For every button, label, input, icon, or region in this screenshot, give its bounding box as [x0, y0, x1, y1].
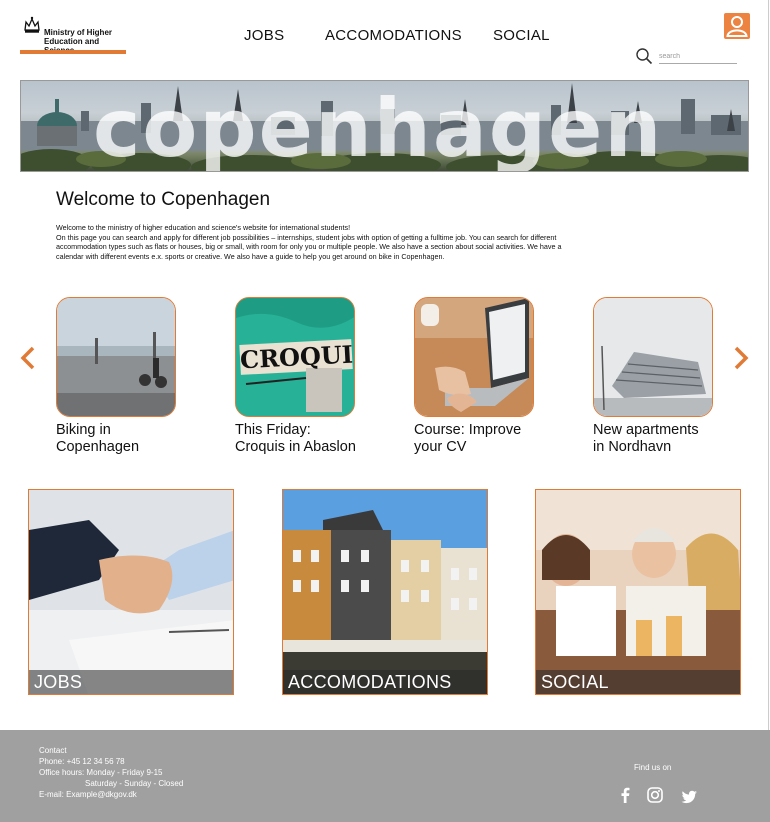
- nav-accomodations[interactable]: ACCOMODATIONS: [325, 27, 462, 44]
- card-image-biking: [56, 297, 176, 417]
- contact-phone: Phone: +45 12 34 56 78: [39, 757, 125, 766]
- card-caption: This Friday: Croquis in Abaslon: [235, 422, 375, 456]
- facebook-icon[interactable]: [616, 786, 634, 804]
- carousel-card-course[interactable]: Course: Improve your CV: [414, 297, 544, 456]
- search-input[interactable]: [659, 50, 737, 64]
- contact-hours-weekdays: Office hours: Monday - Friday 9-15: [39, 768, 163, 777]
- card-image-croquis: CROQUIS: [235, 297, 355, 417]
- welcome-title: Welcome to Copenhagen: [56, 189, 271, 210]
- carousel-prev-chevron-icon[interactable]: [20, 346, 36, 370]
- footer-contact: Contact Phone: +45 12 34 56 78 Office ho…: [39, 745, 183, 800]
- hero-title: copenhagen: [93, 82, 664, 172]
- nav-social[interactable]: SOCIAL: [493, 27, 550, 44]
- carousel-card-apartments[interactable]: New apartments in Nordhavn: [593, 297, 723, 456]
- contact-hours-weekend: Saturday - Sunday - Closed: [85, 779, 184, 788]
- tile-social[interactable]: SOCIAL: [535, 489, 741, 695]
- carousel-next-chevron-icon[interactable]: [733, 346, 749, 370]
- card-image-apartments: [593, 297, 713, 417]
- card-caption-line2: Croquis in Abaslon: [235, 439, 356, 455]
- tile-accomodations[interactable]: ACCOMODATIONS: [282, 489, 488, 695]
- find-us-label: Find us on: [634, 763, 672, 772]
- instagram-icon[interactable]: [646, 786, 664, 804]
- carousel-card-biking[interactable]: Biking in Copenhagen: [56, 297, 186, 456]
- twitter-icon[interactable]: [680, 788, 698, 806]
- card-caption-line1: This Friday:: [235, 422, 311, 438]
- card-caption-line1: Course: Improve: [414, 422, 522, 438]
- card-caption-line1: New apartments: [593, 422, 699, 438]
- tile-label: JOBS: [34, 672, 83, 692]
- tile-image-friends-cafe: [536, 490, 740, 694]
- search-icon[interactable]: [635, 47, 653, 65]
- page-right-border: [768, 0, 769, 730]
- welcome-text-line1: Welcome to the ministry of higher educat…: [56, 223, 351, 232]
- welcome-text: Welcome to the ministry of higher educat…: [56, 223, 586, 261]
- tile-jobs[interactable]: JOBS: [28, 489, 234, 695]
- hero-banner: copenhagen: [20, 80, 749, 172]
- main-nav: JOBS ACCOMODATIONS SOCIAL: [0, 27, 770, 47]
- tile-label: SOCIAL: [541, 672, 609, 692]
- card-caption: New apartments in Nordhavn: [593, 422, 733, 456]
- user-account-button[interactable]: [724, 13, 750, 39]
- tile-image-handshake: [29, 490, 233, 694]
- nav-jobs[interactable]: JOBS: [244, 27, 284, 44]
- welcome-text-line2: On this page you can search and apply fo…: [56, 232, 562, 261]
- carousel-card-croquis[interactable]: CROQUIS This Friday: Croquis in Abaslon: [235, 297, 365, 456]
- user-icon: [726, 16, 748, 37]
- footer: Contact Phone: +45 12 34 56 78 Office ho…: [0, 730, 770, 822]
- card-image-course: [414, 297, 534, 417]
- card-caption-line2: your CV: [414, 439, 467, 455]
- contact-email: E-mail: Example@dkgov.dk: [39, 790, 137, 799]
- card-caption: Course: Improve your CV: [414, 422, 554, 456]
- contact-title: Contact: [39, 746, 67, 755]
- croquis-art-text: CROQUIS: [239, 338, 355, 375]
- card-caption-line2: in Nordhavn: [593, 439, 672, 455]
- tile-label: ACCOMODATIONS: [288, 672, 452, 692]
- card-caption-line2: Copenhagen: [56, 439, 140, 455]
- logo-underline: [20, 50, 126, 54]
- tile-image-nyhavn-houses: [283, 490, 487, 694]
- card-caption-line1: Biking in: [56, 422, 111, 438]
- card-caption: Biking in Copenhagen: [56, 422, 196, 456]
